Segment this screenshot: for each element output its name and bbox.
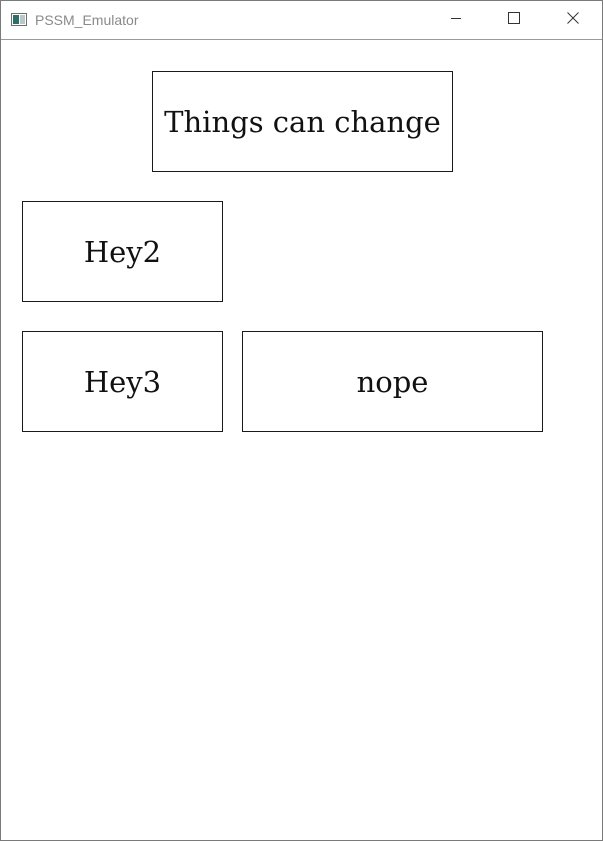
maximize-button[interactable] [485, 1, 543, 39]
hey3-button[interactable]: Hey3 [22, 331, 223, 432]
app-window: PSSM_Emulator Things can change Hey2 Hey… [0, 0, 603, 841]
maximize-icon [508, 11, 520, 29]
nope-button[interactable]: nope [242, 331, 543, 432]
window-title: PSSM_Emulator [35, 12, 139, 28]
close-button[interactable] [544, 1, 602, 39]
things-can-change-button[interactable]: Things can change [152, 71, 453, 172]
close-icon [567, 11, 579, 29]
title-bar[interactable]: PSSM_Emulator [1, 1, 602, 40]
app-window-icon [11, 13, 27, 26]
hey2-button[interactable]: Hey2 [22, 201, 223, 302]
minimize-button[interactable] [427, 1, 485, 39]
emulator-canvas: Things can change Hey2 Hey3 nope [1, 40, 602, 840]
minimize-icon [450, 11, 462, 29]
